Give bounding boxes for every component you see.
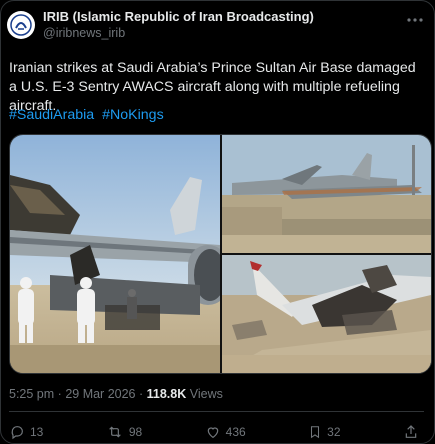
repost-count: 98 xyxy=(128,425,143,439)
meta-separator: · xyxy=(57,387,62,401)
reply-button[interactable]: 13 xyxy=(9,424,43,440)
bookmark-icon xyxy=(311,426,320,439)
meta-separator: · xyxy=(138,387,144,401)
like-icon xyxy=(207,427,218,439)
more-icon xyxy=(407,18,423,22)
photo-aircraft-hangar[interactable] xyxy=(222,135,431,253)
share-icon xyxy=(405,425,417,438)
more-options-button[interactable] xyxy=(404,9,426,31)
user-handle[interactable]: @iribnews_irib xyxy=(43,25,314,41)
reply-icon xyxy=(11,426,23,440)
display-name[interactable]: IRIB (Islamic Republic of Iran Broadcast… xyxy=(43,9,314,25)
action-bar: 13 98 436 32 xyxy=(9,421,424,443)
post-card[interactable]: IRIB (Islamic Republic of Iran Broadcast… xyxy=(0,0,435,444)
like-button[interactable]: 436 xyxy=(205,424,246,440)
views-count: 118.8K xyxy=(146,387,187,401)
bookmark-count: 32 xyxy=(327,425,341,439)
post-meta: 5:25 pm · 29 Mar 2026 · 118.8K Views xyxy=(9,387,223,401)
irib-logo-icon xyxy=(10,14,32,36)
bookmark-button[interactable]: 32 xyxy=(308,424,341,440)
divider xyxy=(9,411,424,412)
repost-icon xyxy=(109,426,121,438)
hashtag-link[interactable]: #NoKings xyxy=(102,107,164,123)
like-count: 436 xyxy=(225,425,246,439)
media-grid xyxy=(9,134,432,374)
hashtag-link[interactable]: #SaudiArabia xyxy=(9,107,94,123)
avatar[interactable] xyxy=(7,11,35,39)
share-button[interactable] xyxy=(403,424,424,440)
post-date[interactable]: 29 Mar 2026 xyxy=(65,387,135,401)
views-label: Views xyxy=(189,387,223,401)
photo-damaged-aircraft-wing[interactable] xyxy=(10,135,220,373)
photo-destroyed-tail[interactable] xyxy=(222,255,431,373)
repost-button[interactable]: 98 xyxy=(106,424,142,440)
post-time[interactable]: 5:25 pm xyxy=(9,387,54,401)
post-header: IRIB (Islamic Republic of Iran Broadcast… xyxy=(7,9,426,49)
hashtags: #SaudiArabia #NoKings xyxy=(9,107,168,123)
reply-count: 13 xyxy=(30,425,44,439)
